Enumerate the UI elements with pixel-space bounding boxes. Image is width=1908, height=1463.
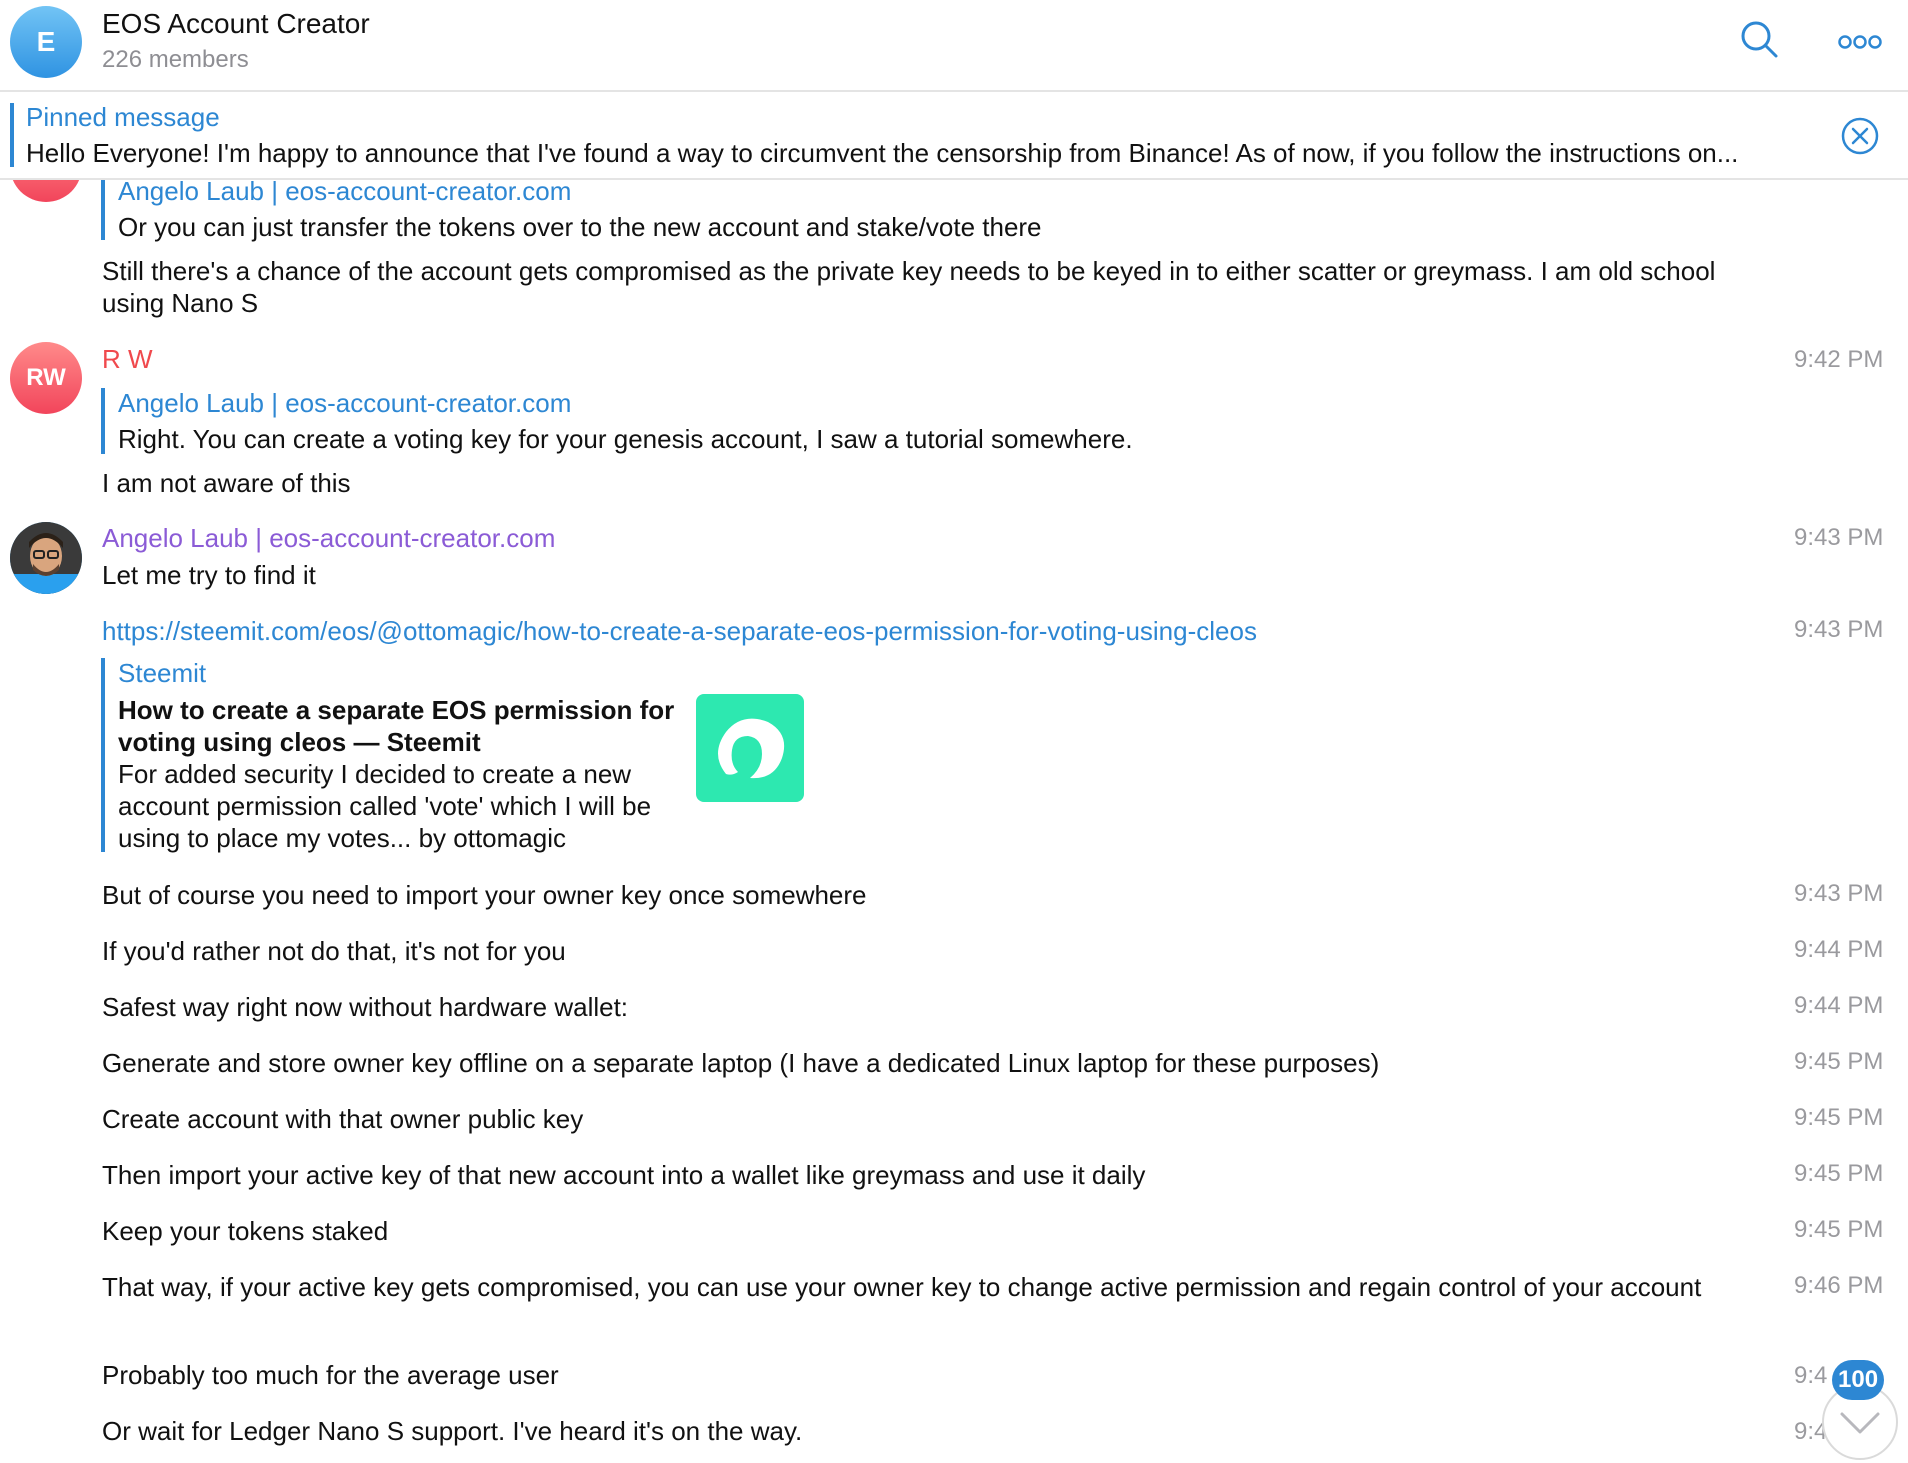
- preview-site[interactable]: Steemit: [118, 658, 206, 689]
- message-text: Keep your tokens staked: [102, 1216, 389, 1246]
- pinned-message[interactable]: Pinned message Hello Everyone! I'm happy…: [0, 92, 1908, 180]
- message-text: Then import your active key of that new …: [102, 1160, 1146, 1190]
- message-link[interactable]: https://steemit.com/eos/@ottomagic/how-t…: [102, 615, 1257, 647]
- close-circle-icon: [1841, 117, 1879, 155]
- pinned-text: Hello Everyone! I'm happy to announce th…: [26, 138, 1739, 168]
- chat-header: E EOS Account Creator 226 members: [0, 0, 1908, 92]
- reply-quote-bar: [101, 388, 105, 454]
- reply-author[interactable]: Angelo Laub | eos-account-creator.com: [118, 388, 571, 419]
- search-button[interactable]: [1738, 18, 1782, 62]
- message-text: That way, if your active key gets compro…: [102, 1272, 1702, 1302]
- message-time: 9:45 PM: [1794, 1104, 1884, 1131]
- chat-avatar[interactable]: E: [10, 6, 82, 78]
- unread-badge[interactable]: 100: [1832, 1360, 1885, 1400]
- preview-thumbnail[interactable]: [696, 694, 804, 802]
- steemit-logo-icon: [718, 718, 785, 779]
- reply-text: Right. You can create a voting key for y…: [118, 424, 1133, 454]
- preview-bar: [101, 658, 105, 852]
- preview-description: For added security I decided to create a…: [118, 759, 652, 853]
- message-text: Probably too much for the average user: [102, 1360, 559, 1390]
- message-text: Generate and store owner key offline on …: [102, 1048, 1380, 1078]
- preview-title[interactable]: How to create a separate EOS permission …: [118, 694, 688, 758]
- message-text: If you'd rather not do that, it's not fo…: [102, 936, 566, 966]
- pinned-close-button[interactable]: [1840, 116, 1880, 156]
- message-time: 9:45 PM: [1794, 1048, 1884, 1075]
- sender-name[interactable]: R W: [102, 344, 153, 375]
- reply-quote-bar: [101, 176, 105, 240]
- sender-name[interactable]: Angelo Laub | eos-account-creator.com: [102, 523, 555, 554]
- avatar[interactable]: [10, 522, 82, 594]
- user-photo-icon: [10, 522, 82, 594]
- more-icon: [1838, 35, 1882, 49]
- message-time: 9:43 PM: [1794, 880, 1884, 907]
- message-text: Safest way right now without hardware wa…: [102, 992, 629, 1022]
- message-time: 9:45 PM: [1794, 1160, 1884, 1187]
- message-text: Still there's a chance of the account ge…: [102, 256, 1716, 318]
- pinned-title: Pinned message: [26, 102, 220, 132]
- message-text: Create account with that owner public ke…: [102, 1104, 584, 1134]
- message-time: 9:43 PM: [1794, 616, 1884, 643]
- message-time: 9:43 PM: [1794, 524, 1884, 551]
- message-text: But of course you need to import your ow…: [102, 880, 867, 910]
- message-time: 9:45 PM: [1794, 1216, 1884, 1243]
- message-time: 9:44 PM: [1794, 992, 1884, 1019]
- avatar[interactable]: RW: [10, 342, 82, 414]
- message-text: I am not aware of this: [102, 468, 351, 498]
- reply-author[interactable]: Angelo Laub | eos-account-creator.com: [118, 176, 571, 207]
- message-text: Let me try to find it: [102, 560, 316, 590]
- pinned-bar: [10, 103, 14, 167]
- more-button[interactable]: [1836, 18, 1884, 62]
- chat-title[interactable]: EOS Account Creator: [102, 8, 370, 40]
- search-icon: [1741, 21, 1778, 58]
- message-time: 9:46 PM: [1794, 1272, 1884, 1299]
- reply-text: Or you can just transfer the tokens over…: [118, 212, 1042, 242]
- message-time: 9:44 PM: [1794, 936, 1884, 963]
- message-time: 9:4: [1794, 1362, 1828, 1389]
- member-count[interactable]: 226 members: [102, 46, 249, 74]
- message-time: 9:42 PM: [1794, 346, 1884, 373]
- message-text: Or wait for Ledger Nano S support. I've …: [102, 1416, 803, 1446]
